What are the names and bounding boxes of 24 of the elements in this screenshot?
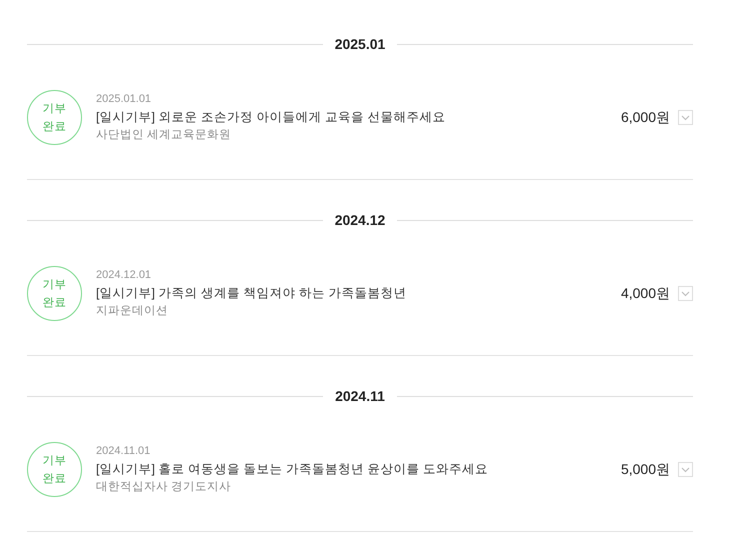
chevron-icon (681, 290, 690, 296)
organization-name: 사단법인 세계교육문화원 (96, 128, 232, 143)
donation-amount: 6,000원 (620, 108, 670, 127)
donation-amount: 5,000원 (620, 460, 670, 479)
status-badge: 기부 완료 (27, 90, 82, 145)
donation-title: [일시기부] 외로운 조손가정 아이들에게 교육을 선물해주세요 (96, 109, 446, 126)
donation-date: 2024.12.01 (96, 268, 152, 283)
organization-name: 지파운데이션 (96, 304, 168, 319)
expand-button[interactable] (678, 110, 693, 125)
month-heading: 2024.12 (334, 210, 386, 230)
donation-title: [일시기부] 가족의 생계를 책임져야 하는 가족돌봄청년 (96, 285, 406, 302)
expand-button[interactable] (678, 462, 693, 477)
donation-amount: 4,000원 (620, 284, 670, 303)
chevron-icon (681, 114, 690, 120)
status-badge: 기부 완료 (27, 266, 82, 321)
status-badge: 기부 완료 (27, 442, 82, 497)
month-heading: 2025.01 (334, 34, 386, 54)
month-heading: 2024.11 (335, 386, 385, 406)
expand-button[interactable] (678, 286, 693, 301)
donation-title: [일시기부] 홀로 여동생을 돌보는 가족돌봄청년 윤상이를 도와주세요 (96, 461, 488, 478)
organization-name: 대한적십자사 경기도지사 (96, 480, 232, 495)
donation-date: 2024.11.01 (96, 444, 150, 459)
donation-date: 2025.01.01 (96, 92, 152, 107)
chevron-icon (681, 466, 690, 472)
